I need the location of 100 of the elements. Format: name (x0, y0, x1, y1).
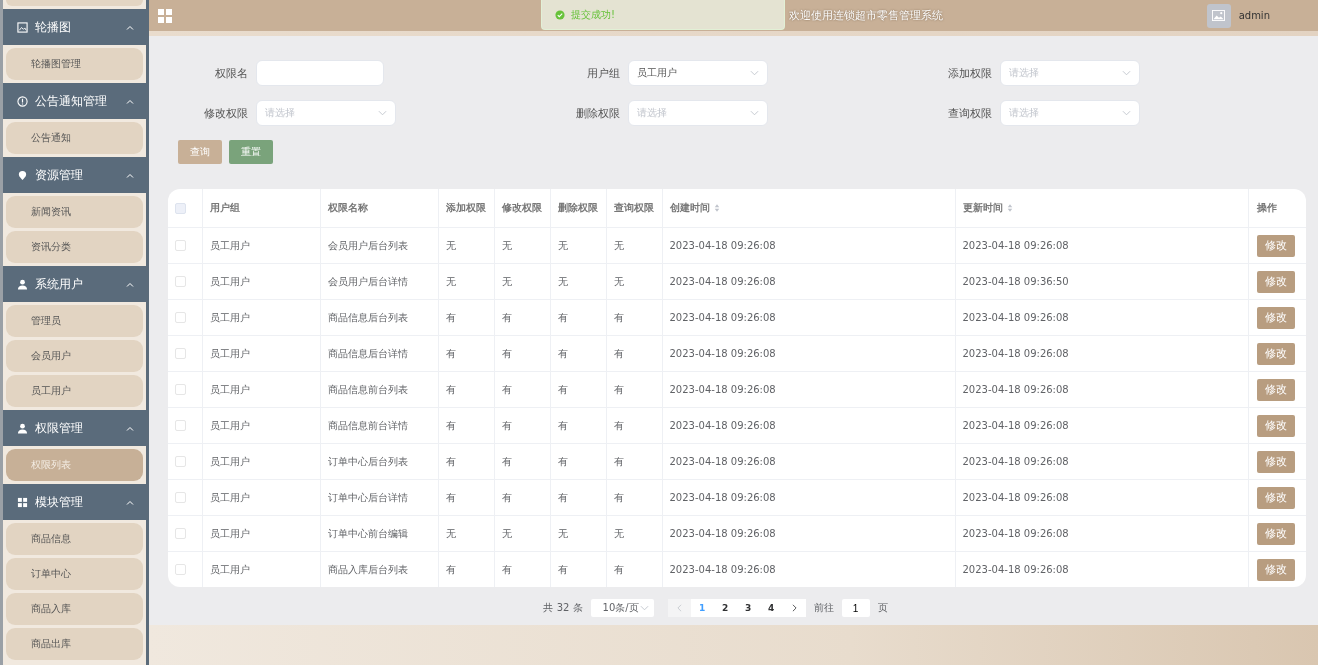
chevron-down-icon (750, 110, 759, 116)
table-cell: 2023-04-18 09:26:08 (669, 348, 776, 359)
chevron-right-icon (791, 604, 797, 612)
column-header: 创建时间 (669, 201, 710, 215)
table-cell: 有 (557, 383, 568, 395)
menu-item[interactable]: 轮播图管理 (6, 48, 143, 80)
page-number[interactable]: 3 (736, 599, 760, 617)
check-circle-icon (555, 9, 565, 20)
table-cell: 2023-04-18 09:26:08 (669, 276, 776, 287)
field-label: 用户组 (586, 65, 620, 81)
table-cell: 商品信息前台列表 (327, 383, 408, 395)
table-cell: 2023-04-18 09:26:08 (669, 528, 776, 539)
row-checkbox[interactable] (175, 456, 186, 468)
menu-group-header[interactable]: 权限管理 (3, 410, 146, 446)
row-checkbox[interactable] (175, 564, 186, 576)
table-cell: 员工用户 (209, 419, 250, 431)
chevron-down-icon (639, 605, 649, 611)
menu-item[interactable]: 管理员 (6, 305, 143, 337)
table-cell: 有 (445, 491, 456, 503)
column-header: 更新时间 (962, 201, 1003, 215)
app-title: 欢迎使用连锁超市零售管理系统 (789, 8, 943, 23)
field-label: 修改权限 (203, 105, 248, 121)
table-cell: 有 (557, 563, 568, 575)
row-checkbox[interactable] (175, 240, 186, 252)
column-header: 用户组 (209, 201, 240, 215)
table-cell: 员工用户 (209, 383, 250, 395)
menu-group-header[interactable]: 系统用户 (3, 266, 146, 302)
field-label: 权限名 (214, 65, 248, 81)
menu-item[interactable]: 公告通知 (6, 122, 143, 154)
table-cell: 2023-04-18 09:26:08 (669, 564, 776, 575)
table-cell: 会员用户后台详情 (327, 275, 408, 287)
menu-item[interactable]: 商品信息 (6, 523, 143, 555)
table-cell: 有 (557, 491, 568, 503)
menu-icon[interactable] (158, 8, 172, 23)
menu-item[interactable]: 资讯分类 (6, 231, 143, 263)
table-cell: 无 (613, 239, 624, 251)
table-cell: 会员用户后台列表 (327, 239, 408, 251)
menu-item[interactable]: 新闻资讯 (6, 196, 143, 228)
table-cell: 有 (501, 455, 512, 467)
table-cell: 订单中心前台编辑 (327, 527, 408, 539)
column-header: 权限名称 (327, 201, 368, 215)
table-cell: 无 (501, 275, 512, 287)
sort-icon[interactable] (713, 203, 720, 213)
table-cell: 无 (445, 239, 456, 251)
table-cell: 订单中心后台列表 (327, 455, 408, 467)
table-cell: 无 (445, 275, 456, 287)
menu-item[interactable]: 员工用户 (6, 375, 143, 407)
menu-item[interactable]: 商品出库 (6, 628, 143, 660)
column-header: 操作 (1256, 201, 1277, 215)
page-number[interactable]: 1 (690, 599, 714, 617)
menu-item[interactable]: 商品入库 (6, 593, 143, 625)
table-cell: 有 (613, 563, 624, 575)
table-cell: 无 (501, 239, 512, 251)
chevron-down-icon (1122, 70, 1131, 76)
table-cell: 员工用户 (209, 275, 250, 287)
table-cell: 无 (613, 527, 624, 539)
table-cell: 有 (445, 419, 456, 431)
select-field[interactable]: 员工用户 (628, 60, 768, 86)
text-field[interactable] (256, 60, 384, 86)
menu-group-header[interactable]: 资源管理 (3, 157, 146, 193)
table-cell: 员工用户 (209, 455, 250, 467)
table-cell: 有 (445, 311, 456, 323)
row-checkbox[interactable] (175, 528, 186, 540)
table-cell: 无 (613, 275, 624, 287)
menu-item[interactable]: 订单中心 (6, 558, 143, 590)
table-cell: 有 (501, 491, 512, 503)
user-icon (17, 422, 28, 434)
reset-button[interactable]: 重置 (229, 140, 273, 164)
row-checkbox[interactable] (175, 492, 186, 504)
row-checkbox[interactable] (175, 312, 186, 324)
row-checkbox[interactable] (175, 276, 186, 288)
table-cell: 有 (501, 419, 512, 431)
next-page-button[interactable] (782, 599, 806, 617)
menu-item[interactable]: 会员用户 (6, 340, 143, 372)
grid-icon (17, 496, 28, 508)
page-size-select[interactable]: 10条/页 (590, 599, 654, 617)
menu-group-header[interactable]: 轮播图 (3, 9, 146, 45)
row-checkbox[interactable] (175, 348, 186, 360)
table-cell: 有 (445, 563, 456, 575)
table-cell: 有 (613, 311, 624, 323)
row-checkbox[interactable] (175, 384, 186, 396)
table-cell: 无 (557, 239, 568, 251)
goto-page-field[interactable]: 1 (841, 599, 870, 617)
menu-group-header[interactable]: 公告通知管理 (3, 83, 146, 119)
page-number[interactable]: 2 (713, 599, 737, 617)
toast-message: 提交成功! (571, 7, 615, 22)
table-cell: 2023-04-18 09:26:08 (669, 240, 776, 251)
table-cell: 商品入库后台列表 (327, 563, 408, 575)
avatar-image-icon[interactable] (1206, 3, 1231, 28)
row-checkbox[interactable] (175, 420, 186, 432)
table-cell: 2023-04-18 09:26:08 (669, 456, 776, 467)
table-cell: 有 (613, 455, 624, 467)
page-suffix: 页 (877, 601, 888, 615)
select-all-checkbox[interactable] (175, 202, 186, 214)
user-icon (17, 278, 28, 290)
table-cell: 员工用户 (209, 527, 250, 539)
user-name[interactable]: admin (1238, 10, 1270, 21)
page-number[interactable]: 4 (759, 599, 783, 617)
sort-icon[interactable] (1006, 203, 1013, 213)
menu-group-header[interactable]: 模块管理 (3, 484, 146, 520)
